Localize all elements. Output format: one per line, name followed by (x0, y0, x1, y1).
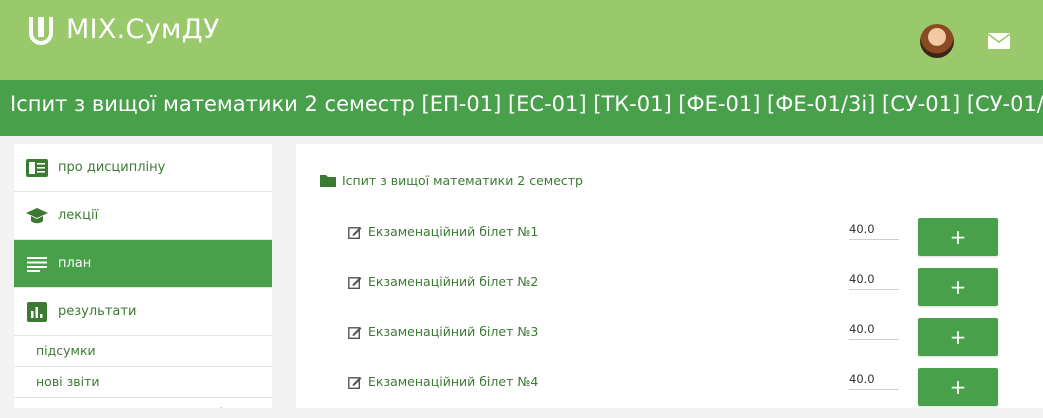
edit-icon (348, 226, 362, 239)
add-button[interactable]: + (918, 318, 998, 356)
folder-row[interactable]: Іспит з вищої математики 2 семестр (320, 173, 583, 188)
add-button[interactable]: + (918, 368, 998, 406)
logo[interactable]: MIX.СумДУ (28, 14, 220, 45)
sidebar-item-lectures[interactable]: лекції (14, 192, 272, 240)
sidebar-subitem-summary[interactable]: підсумки (14, 336, 272, 367)
sidebar-item-label: лекції (58, 208, 99, 223)
ticket-link[interactable]: Екзаменаційний білет №1 (348, 224, 538, 239)
ticket-label: Екзаменаційний білет №1 (368, 224, 539, 239)
folder-label: Іспит з вищої математики 2 семестр (342, 173, 583, 188)
sidebar-item-label: план (58, 256, 92, 271)
top-bar: MIX.СумДУ (0, 0, 1043, 80)
edit-icon (348, 276, 362, 289)
logo-mark-icon (29, 16, 53, 45)
score-value: 40.0 (849, 372, 899, 390)
ticket-row: Екзаменаційний білет №4 40.0 + (296, 368, 1043, 418)
mail-icon[interactable] (988, 33, 1010, 49)
add-button[interactable]: + (918, 268, 998, 306)
folder-icon (320, 175, 336, 187)
sidebar-item-label: про дисципліну (58, 160, 166, 175)
ticket-row: Екзаменаційний білет №1 40.0 + (296, 218, 1043, 268)
edit-icon (348, 376, 362, 389)
sidebar-item-plan[interactable]: план (14, 240, 272, 288)
ticket-link[interactable]: Екзаменаційний білет №3 (348, 324, 538, 339)
sidebar-subitem-tests-to-check[interactable]: тести, що вимагають перевірки (14, 398, 272, 408)
graduation-cap-icon (26, 206, 48, 226)
ticket-link[interactable]: Екзаменаційний білет №2 (348, 274, 538, 289)
bar-chart-icon (26, 301, 48, 322)
sidebar-item-about[interactable]: про дисципліну (14, 144, 272, 192)
score-value: 40.0 (849, 322, 899, 340)
ticket-link[interactable]: Екзаменаційний білет №4 (348, 374, 538, 389)
edit-icon (348, 326, 362, 339)
course-title: Іспит з вищої математики 2 семестр [ЕП-0… (10, 92, 1043, 116)
sidebar-item-label: результати (58, 304, 137, 319)
ticket-label: Екзаменаційний білет №2 (368, 274, 539, 289)
course-title-bar: Іспит з вищої математики 2 семестр [ЕП-0… (0, 80, 1043, 136)
ticket-row: Екзаменаційний білет №3 40.0 + (296, 318, 1043, 368)
main-content: Іспит з вищої математики 2 семестр Екзам… (296, 144, 1043, 408)
score-value: 40.0 (849, 272, 899, 290)
add-button[interactable]: + (918, 218, 998, 256)
list-icon (26, 254, 48, 274)
book-icon (26, 158, 48, 178)
sidebar-item-results[interactable]: результати (14, 288, 272, 336)
sidebar: про дисципліну лекції план результати пі… (14, 144, 272, 408)
logo-text: MIX.СумДУ (66, 14, 220, 45)
ticket-label: Екзаменаційний білет №3 (368, 324, 539, 339)
avatar[interactable] (920, 24, 954, 58)
ticket-row: Екзаменаційний білет №2 40.0 + (296, 268, 1043, 318)
score-value: 40.0 (849, 222, 899, 240)
sidebar-subitem-new-reports[interactable]: нові звіти (14, 367, 272, 398)
ticket-label: Екзаменаційний білет №4 (368, 374, 539, 389)
